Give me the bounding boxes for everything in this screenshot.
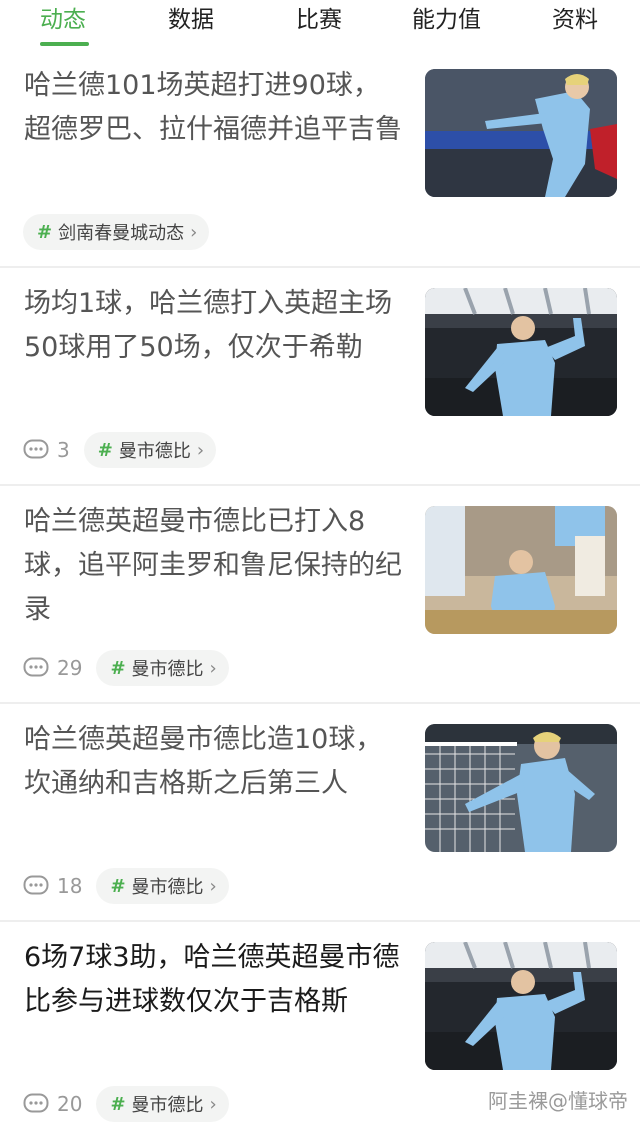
article-meta: 20 # 曼市德比 ›: [23, 1086, 229, 1122]
topic-tag-label: 曼市德比: [131, 1095, 204, 1116]
topic-tag-label: 曼市德比: [118, 441, 191, 462]
topic-tag[interactable]: # 曼市德比 ›: [96, 1086, 229, 1122]
hash-icon: #: [97, 439, 113, 461]
article-title[interactable]: 哈兰德英超曼市德比已打入8球，追平阿圭罗和鲁尼保持的纪录: [24, 500, 404, 632]
watermark: 阿圭裸@懂球帝: [488, 1089, 628, 1113]
article-title[interactable]: 6场7球3助，哈兰德英超曼市德比参与进球数仅次于吉格斯: [24, 936, 404, 1024]
article-meta: 29 # 曼市德比 ›: [23, 650, 229, 686]
article-thumbnail[interactable]: [425, 69, 617, 197]
active-tab-indicator: [40, 42, 89, 46]
tab-ability[interactable]: 能力值: [412, 4, 481, 36]
tab-matches[interactable]: 比赛: [296, 4, 342, 36]
comment-icon: [23, 657, 49, 677]
article-title[interactable]: 哈兰德101场英超打进90球，超德罗巴、拉什福德并追平吉鲁: [24, 64, 404, 152]
hash-icon: #: [110, 1093, 126, 1115]
article-item[interactable]: 哈兰德101场英超打进90球，超德罗巴、拉什福德并追平吉鲁 # 剑南春曼城动态 …: [0, 48, 640, 268]
chevron-right-icon: ›: [209, 875, 217, 897]
article-item[interactable]: 场均1球，哈兰德打入英超主场50球用了50场，仅次于希勒 3 # 曼市德比 ›: [0, 266, 640, 486]
article-meta: 18 # 曼市德比 ›: [23, 868, 229, 904]
article-thumbnail[interactable]: [425, 288, 617, 416]
tab-bar: 动态 数据 比赛 能力值 资料: [0, 0, 640, 48]
hash-icon: #: [37, 221, 53, 243]
comment-count-value: 3: [57, 438, 70, 462]
article-thumbnail[interactable]: [425, 942, 617, 1070]
article-thumbnail[interactable]: [425, 724, 617, 852]
article-meta: # 剑南春曼城动态 ›: [23, 214, 210, 250]
article-title[interactable]: 哈兰德英超曼市德比造10球，坎通纳和吉格斯之后第三人: [24, 718, 404, 806]
comment-count[interactable]: 29: [23, 656, 82, 680]
topic-tag-label: 曼市德比: [131, 659, 204, 680]
topic-tag-label: 剑南春曼城动态: [58, 223, 185, 244]
article-thumbnail[interactable]: [425, 506, 617, 634]
chevron-right-icon: ›: [209, 1093, 217, 1115]
chevron-right-icon: ›: [190, 221, 198, 243]
chevron-right-icon: ›: [196, 439, 205, 461]
topic-tag[interactable]: # 曼市德比 ›: [96, 650, 229, 686]
article-item[interactable]: 哈兰德英超曼市德比造10球，坎通纳和吉格斯之后第三人 18 # 曼市德比 ›: [0, 702, 640, 922]
comment-icon: [23, 1093, 49, 1113]
topic-tag[interactable]: # 曼市德比 ›: [83, 432, 217, 468]
comment-count[interactable]: 3: [23, 438, 70, 462]
comment-count-value: 20: [57, 1092, 83, 1116]
tab-data[interactable]: 数据: [168, 4, 214, 36]
article-meta: 3 # 曼市德比 ›: [23, 432, 217, 468]
chevron-right-icon: ›: [209, 657, 217, 679]
topic-tag[interactable]: # 曼市德比 ›: [96, 868, 229, 904]
tab-profile[interactable]: 资料: [552, 4, 598, 36]
article-title[interactable]: 场均1球，哈兰德打入英超主场50球用了50场，仅次于希勒: [24, 282, 404, 370]
comment-count[interactable]: 20: [23, 1092, 82, 1116]
comment-icon: [23, 439, 49, 459]
comment-count-value: 29: [57, 656, 83, 680]
comment-icon: [23, 875, 49, 895]
hash-icon: #: [110, 657, 126, 679]
topic-tag[interactable]: # 剑南春曼城动态 ›: [23, 214, 210, 250]
comment-count-value: 18: [57, 874, 83, 898]
hash-icon: #: [110, 875, 126, 897]
tab-news[interactable]: 动态: [40, 4, 86, 36]
comment-count[interactable]: 18: [23, 874, 82, 898]
topic-tag-label: 曼市德比: [131, 877, 204, 898]
article-item[interactable]: 哈兰德英超曼市德比已打入8球，追平阿圭罗和鲁尼保持的纪录 29 # 曼市德比 ›: [0, 484, 640, 704]
